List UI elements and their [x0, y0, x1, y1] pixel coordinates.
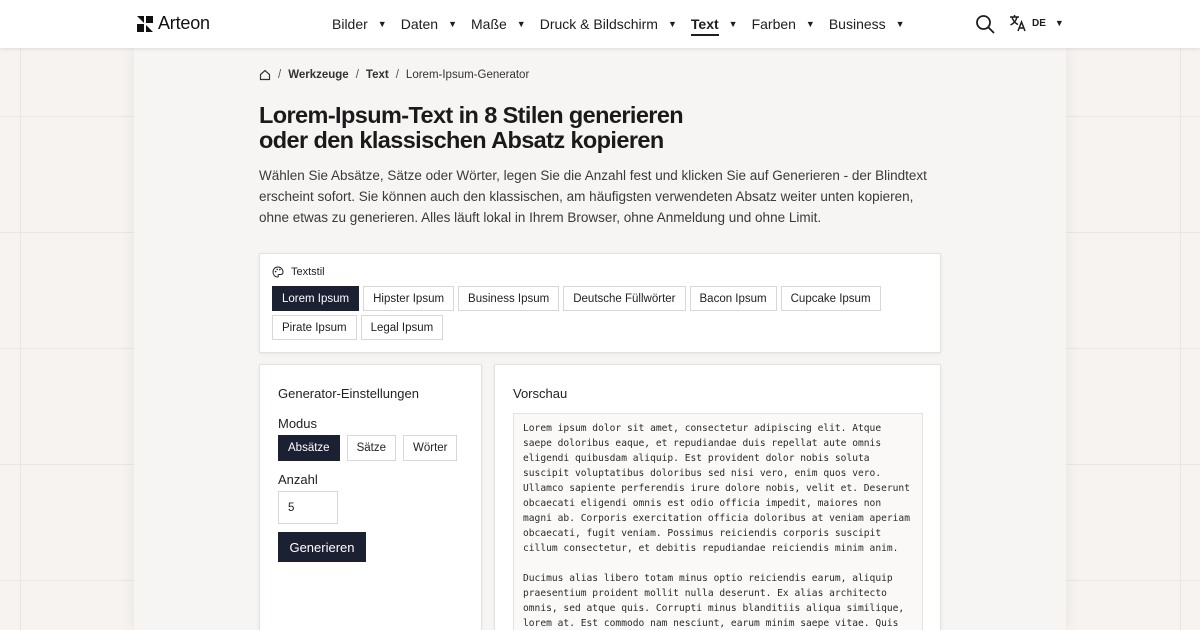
caret-down-icon: ▼ [728, 19, 738, 29]
style-option-lorem-ipsum[interactable]: Lorem Ipsum [272, 286, 360, 311]
breadcrumb-separator: / [395, 69, 399, 81]
text-style-label: Textstil [291, 266, 325, 278]
style-option-pirate-ipsum[interactable]: Pirate Ipsum [272, 315, 357, 340]
search-icon[interactable] [975, 14, 995, 34]
nav-label: Farben [751, 16, 796, 32]
main-nav: Bilder ▼ Daten ▼ Maße ▼ Druck & Bildschi… [332, 0, 919, 48]
style-option-legal-ipsum[interactable]: Legal Ipsum [360, 315, 444, 340]
caret-down-icon: ▼ [1054, 18, 1064, 28]
text-style-header: Textstil [272, 266, 325, 278]
style-option-deutsche-fuellwoerter[interactable]: Deutsche Füllwörter [563, 286, 686, 311]
nav-label: Daten [400, 16, 439, 32]
preview-paragraph: Ducimus alias libero totam minus optio r… [523, 573, 910, 629]
nav-item-farben[interactable]: Farben ▼ [752, 0, 815, 48]
mode-option-woerter[interactable]: Wörter [402, 435, 458, 461]
style-option-business-ipsum[interactable]: Business Ipsum [458, 286, 560, 311]
caret-down-icon: ▼ [516, 19, 526, 29]
caret-down-icon: ▼ [805, 19, 815, 29]
count-label: Anzahl [278, 472, 318, 487]
nav-item-masse[interactable]: Maße ▼ [471, 0, 526, 48]
style-option-cupcake-ipsum[interactable]: Cupcake Ipsum [780, 286, 881, 311]
nav-label: Druck & Bildschirm [539, 16, 658, 32]
intro-text: Wählen Sie Absätze, Sätze oder Wörter, l… [259, 168, 927, 225]
nav-item-druck-bildschirm[interactable]: Druck & Bildschirm ▼ [540, 0, 677, 48]
text-style-panel: Textstil Lorem Ipsum Hipster Ipsum Busin… [259, 253, 941, 353]
mode-label: Modus [278, 416, 318, 431]
breadcrumb: / Werkzeuge / Text / Lorem-Ipsum-Generat… [259, 69, 529, 81]
page-title-line1: Lorem-Ipsum-Text in 8 Stilen generieren [259, 102, 684, 128]
caret-down-icon: ▼ [377, 19, 387, 29]
nav-item-business[interactable]: Business ▼ [829, 0, 905, 48]
breadcrumb-separator: / [355, 69, 359, 81]
caret-down-icon: ▼ [448, 19, 457, 29]
nav-label: Business [828, 16, 886, 32]
caret-down-icon: ▼ [895, 19, 905, 29]
breadcrumb-text[interactable]: Text [366, 69, 389, 81]
main-content: / Werkzeuge / Text / Lorem-Ipsum-Generat… [134, 48, 1066, 630]
brand-logo[interactable]: Arteon [137, 13, 210, 34]
preview-title: Vorschau [513, 386, 568, 401]
preview-output[interactable]: Lorem ipsum dolor sit amet, consectetur … [513, 413, 923, 630]
style-option-hipster-ipsum[interactable]: Hipster Ipsum [363, 286, 455, 311]
breadcrumb-separator: / [278, 69, 282, 81]
logo-mark-icon [137, 15, 153, 32]
page-title-line2: oder den klassischen Absatz kopieren [259, 127, 664, 153]
brand-name: Arteon [158, 13, 210, 33]
home-icon[interactable] [259, 69, 271, 81]
nav-item-daten[interactable]: Daten ▼ [401, 0, 457, 48]
preview-paragraph: Lorem ipsum dolor sit amet, consectetur … [523, 423, 916, 554]
nav-item-text[interactable]: Text ▼ [690, 0, 738, 48]
nav-label: Bilder [332, 16, 368, 32]
page-title: Lorem-Ipsum-Text in 8 Stilen generieren … [259, 103, 859, 153]
language-switcher[interactable]: DE ▼ [1009, 14, 1064, 32]
nav-item-bilder[interactable]: Bilder ▼ [332, 0, 387, 48]
nav-label: Maße [471, 16, 507, 32]
mode-selector: Absätze Sätze Wörter [278, 435, 458, 461]
settings-title: Generator-Einstellungen [278, 386, 419, 401]
translate-icon [1010, 15, 1026, 32]
language-code: DE [1032, 17, 1046, 29]
top-header: Arteon Bilder ▼ Daten ▼ Maße ▼ Druck & B… [0, 0, 1200, 48]
mode-option-saetze[interactable]: Sätze [346, 435, 396, 461]
generate-button[interactable]: Generieren [278, 532, 366, 562]
generator-settings-panel: Generator-Einstellungen Modus Absätze Sä… [259, 364, 482, 630]
breadcrumb-werkzeuge[interactable]: Werkzeuge [288, 69, 349, 81]
mode-option-absaetze[interactable]: Absätze [278, 435, 340, 461]
count-input[interactable] [278, 491, 338, 524]
palette-icon [272, 266, 284, 278]
breadcrumb-current: Lorem-Ipsum-Generator [405, 69, 530, 81]
style-option-bacon-ipsum[interactable]: Bacon Ipsum [689, 286, 777, 311]
nav-label: Text [690, 16, 719, 36]
text-style-options: Lorem Ipsum Hipster Ipsum Business Ipsum… [272, 286, 932, 340]
caret-down-icon: ▼ [667, 19, 677, 29]
preview-panel: Vorschau Lorem ipsum dolor sit amet, con… [494, 364, 941, 630]
